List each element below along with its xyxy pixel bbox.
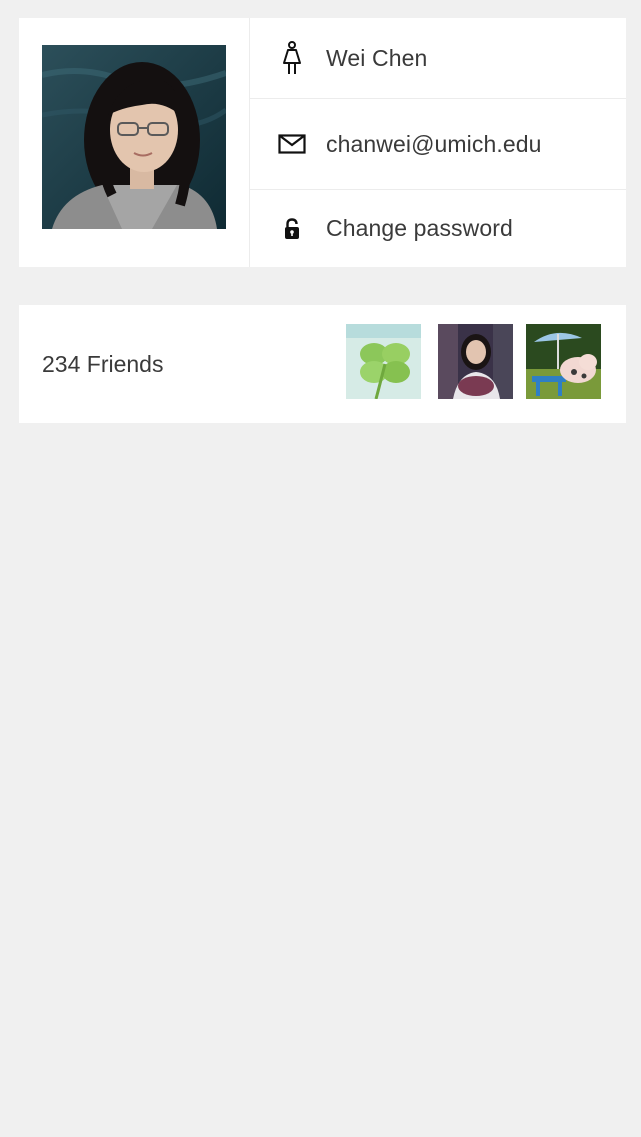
friends-card[interactable]: 234 Friends	[19, 305, 626, 423]
girl-photo	[438, 324, 513, 399]
envelope-icon	[278, 126, 306, 162]
avatar[interactable]	[42, 45, 226, 229]
profile-card: Wei Chen chanwei@umich.edu Change passwo…	[19, 18, 626, 267]
profile-email: chanwei@umich.edu	[326, 130, 542, 157]
avatar-column	[19, 18, 250, 267]
clover-photo	[346, 324, 421, 399]
change-password-row[interactable]: Change password	[250, 190, 626, 267]
friends-count: 234 Friends	[42, 350, 164, 377]
lock-icon	[278, 211, 306, 247]
pig-photo	[526, 324, 601, 399]
female-person-icon	[278, 40, 306, 76]
change-password-label: Change password	[326, 215, 513, 241]
avatar-photo	[42, 45, 226, 229]
profile-name: Wei Chen	[326, 44, 428, 71]
friend-thumbnail[interactable]	[526, 324, 601, 399]
friend-thumbnail[interactable]	[346, 324, 421, 399]
email-row[interactable]: chanwei@umich.edu	[250, 99, 626, 190]
name-row[interactable]: Wei Chen	[250, 18, 626, 99]
friend-thumbnail[interactable]	[438, 324, 513, 399]
